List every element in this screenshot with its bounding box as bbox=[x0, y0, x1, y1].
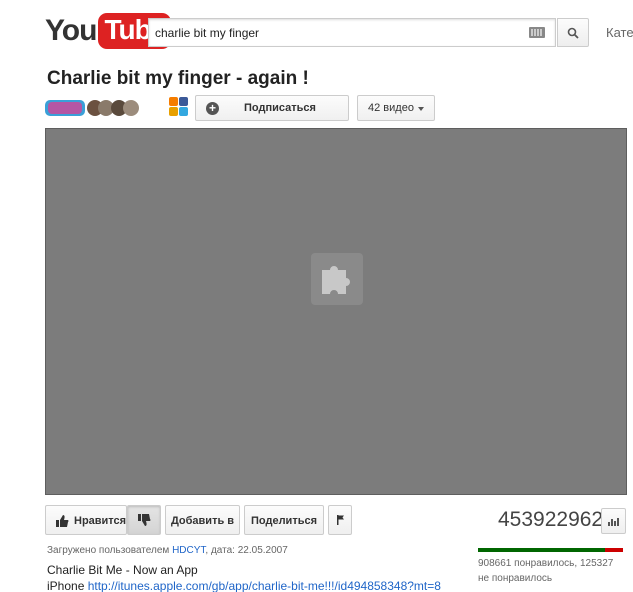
add-to-label: Добавить в bbox=[170, 515, 235, 527]
video-player[interactable] bbox=[45, 128, 627, 495]
like-label: Нравится bbox=[74, 515, 127, 527]
channel-logo[interactable] bbox=[45, 98, 143, 118]
video-title: Charlie bit my finger - again ! bbox=[47, 68, 309, 89]
description-prefix: iPhone bbox=[47, 579, 85, 592]
masthead: You Tube Кате bbox=[0, 0, 633, 58]
flag-button[interactable] bbox=[328, 505, 352, 535]
logo-you-text: You bbox=[45, 14, 97, 47]
search-input[interactable] bbox=[155, 19, 515, 46]
description-line-1: Charlie Bit Me - Now an App bbox=[47, 563, 198, 577]
upload-date: , дата: 22.05.2007 bbox=[205, 545, 288, 556]
subscribe-button[interactable]: + Подписаться bbox=[195, 95, 349, 121]
thumbs-down-icon bbox=[138, 514, 151, 526]
channel-videos-dropdown[interactable]: 42 видео bbox=[357, 95, 435, 121]
channel-row: + Подписаться 42 видео bbox=[45, 95, 445, 123]
facebook-icon[interactable] bbox=[179, 97, 188, 106]
view-count: 453922962 bbox=[498, 508, 604, 531]
blogger-icon[interactable] bbox=[169, 97, 178, 106]
dislike-button[interactable] bbox=[127, 505, 161, 535]
upload-prefix: Загружено пользователем bbox=[47, 545, 170, 556]
bar-chart-icon bbox=[608, 518, 619, 526]
uploader-link[interactable]: HDCYT bbox=[172, 545, 205, 556]
search-box bbox=[148, 18, 556, 47]
plus-icon: + bbox=[206, 102, 219, 115]
add-to-button[interactable]: Добавить в bbox=[165, 505, 240, 535]
share-label: Поделиться bbox=[250, 515, 318, 527]
stats-button[interactable] bbox=[601, 508, 626, 534]
keyboard-icon[interactable] bbox=[529, 27, 545, 38]
like-ratio-fill bbox=[478, 548, 606, 552]
itunes-link[interactable]: http://itunes.apple.com/gb/app/charlie-b… bbox=[88, 579, 441, 592]
categories-link[interactable]: Кате bbox=[606, 25, 633, 40]
missing-plugin-icon[interactable] bbox=[311, 253, 363, 305]
dislikes-label-text: не понравилось bbox=[478, 573, 553, 584]
upload-info: Загружено пользователем HDCYT, дата: 22.… bbox=[47, 545, 288, 556]
likes-count-text: 908661 понравилось, 125327 bbox=[478, 558, 614, 569]
videos-count-label: 42 видео bbox=[368, 102, 414, 114]
share-button[interactable]: Поделиться bbox=[244, 505, 324, 535]
search-icon bbox=[567, 27, 579, 39]
subscribe-label: Подписаться bbox=[244, 102, 316, 114]
chevron-down-icon bbox=[418, 107, 424, 111]
thumbs-up-icon bbox=[56, 515, 69, 527]
like-dislike-bar bbox=[478, 548, 623, 552]
twitter-icon[interactable] bbox=[179, 107, 188, 116]
google-icon[interactable] bbox=[169, 107, 178, 116]
like-button[interactable]: Нравится bbox=[45, 505, 127, 535]
flag-icon bbox=[337, 515, 344, 525]
description-line-2: iPhone http://itunes.apple.com/gb/app/ch… bbox=[47, 579, 467, 592]
social-icons[interactable] bbox=[169, 97, 189, 117]
search-button[interactable] bbox=[557, 18, 589, 47]
